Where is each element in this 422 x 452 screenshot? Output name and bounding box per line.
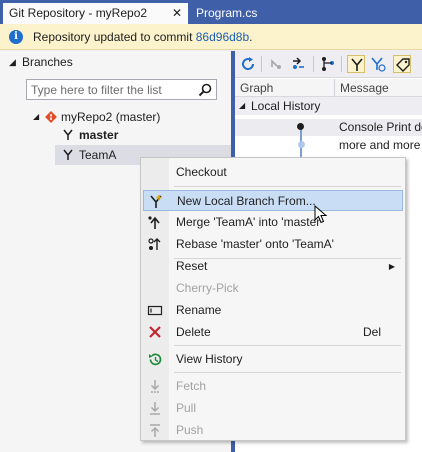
menu-item-fetch[interactable]: Fetch [143,376,403,397]
menu-label-checkout: Checkout [176,165,227,179]
toolbar-separator [341,56,342,72]
menu-label-pull: Pull [176,401,197,415]
tag-icon [396,58,410,72]
menu-item-view-history[interactable]: View History [143,349,403,370]
graph-button[interactable] [319,55,337,73]
delete-icon [147,325,163,340]
local-history-header[interactable]: ◢ Local History [235,97,422,115]
menu-label-rename: Rename [176,303,222,317]
commit-message: more and more [339,138,421,152]
branches-section-header[interactable]: ◢ Branches [0,53,231,71]
menu-label-new-local-branch: New Local Branch From... [177,194,316,208]
branch-filter-toggle[interactable] [347,55,365,73]
submenu-arrow-icon: ▶ [388,262,395,271]
menu-item-pull[interactable]: Pull [143,398,403,419]
previous-commit-icon [271,59,281,69]
info-bar: i Repository updated to commit 86d96d8b. [0,24,422,50]
column-divider[interactable] [334,79,335,97]
branch-filter-icon [351,58,363,71]
toolbar-separator [313,56,314,72]
next-button[interactable] [289,55,307,73]
history-column-headers: Graph Message [235,79,422,97]
info-message-suffix: . [249,30,253,44]
mouse-cursor-icon [314,205,328,224]
menu-label-view-history: View History [176,352,243,366]
menu-item-cherry-pick[interactable]: Cherry-Pick [143,278,403,299]
menu-item-rename[interactable]: Rename [143,300,403,321]
collapse-triangle-icon[interactable]: ◢ [239,97,245,115]
menu-label-fetch: Fetch [176,379,207,393]
branch-icon [63,149,73,160]
tab-git-repository-label: Git Repository - myRepo2 [9,6,148,20]
delete-shortcut: Del [362,325,381,339]
new-branch-icon [148,194,164,209]
collapse-triangle-icon[interactable]: ◢ [9,53,16,71]
graph-icon [322,57,334,71]
menu-item-reset[interactable]: Reset ▶ [143,256,403,277]
info-icon: i [9,30,23,44]
tab-git-repository[interactable]: Git Repository - myRepo2 ✕ [3,3,188,24]
refresh-icon [242,57,255,70]
rebase-icon [147,237,163,252]
tab-program-cs-label: Program.cs [196,6,258,20]
branch-filter-input[interactable] [31,82,191,97]
toolbar-separator [261,56,262,72]
repo-label: myRepo2 (master) [61,110,161,124]
menu-separator [174,186,401,187]
menu-label-rebase: Rebase 'master' onto 'TeamA' [176,237,334,251]
column-message[interactable]: Message [340,81,389,95]
branch-filter-box[interactable] [26,79,217,100]
branch-icon [63,129,73,140]
branches-header-label: Branches [22,55,73,69]
menu-item-new-local-branch[interactable]: New Local Branch From... [143,190,403,211]
repo-node[interactable]: ◢ myRepo2 (master) [33,107,223,127]
document-tab-strip: Git Repository - myRepo2 ✕ Program.cs [0,0,422,24]
menu-label-cherry-pick: Cherry-Pick [176,281,239,295]
merge-icon [147,215,163,230]
rename-icon [147,303,163,318]
refresh-button[interactable] [239,55,257,73]
commit-node [298,141,305,148]
previous-button[interactable] [267,55,285,73]
branch-label-teama: TeamA [79,148,117,162]
history-toolbar [235,51,422,78]
menu-label-delete: Delete [176,325,211,339]
history-icon [147,352,163,367]
menu-separator [174,372,401,373]
menu-label-merge: Merge 'TeamA' into 'master' [176,215,323,229]
remote-branch-icon [371,57,386,72]
tab-program-cs[interactable]: Program.cs [190,3,280,24]
commit-link[interactable]: 86d96d8b [196,30,249,44]
search-icon[interactable] [198,83,212,97]
menu-item-checkout[interactable]: Checkout [143,162,403,183]
menu-item-merge[interactable]: Merge 'TeamA' into 'master' [143,212,403,233]
branch-context-menu: Checkout New Local Branch From... Merge … [140,157,406,441]
column-graph[interactable]: Graph [240,81,273,95]
branch-item-master[interactable]: master [61,125,211,145]
expand-triangle-icon[interactable]: ◢ [33,107,39,127]
close-tab-icon[interactable]: ✕ [172,3,182,24]
menu-item-push[interactable]: Push [143,420,403,441]
menu-label-push: Push [176,423,204,437]
commit-row[interactable]: more and more [235,137,422,154]
info-message: Repository updated to commit 86d96d8b. [33,30,252,44]
fetch-icon [147,379,163,394]
menu-separator [174,345,401,346]
remote-toggle[interactable] [369,55,387,73]
next-commit-icon [293,57,304,69]
menu-label-reset: Reset [176,259,208,273]
info-message-text: Repository updated to commit [33,30,196,44]
menu-item-delete[interactable]: Delete Del [143,322,403,343]
commit-node-head [297,123,304,130]
local-history-label: Local History [251,99,321,113]
pull-icon [147,401,163,416]
menu-item-rebase[interactable]: Rebase 'master' onto 'TeamA' [143,234,403,255]
branch-label-master: master [79,128,119,142]
commit-row[interactable]: Console Print de [235,119,422,136]
git-repo-icon [45,111,57,123]
tags-toggle[interactable] [393,55,411,73]
commit-message: Console Print de [339,120,422,134]
push-icon [147,423,163,438]
